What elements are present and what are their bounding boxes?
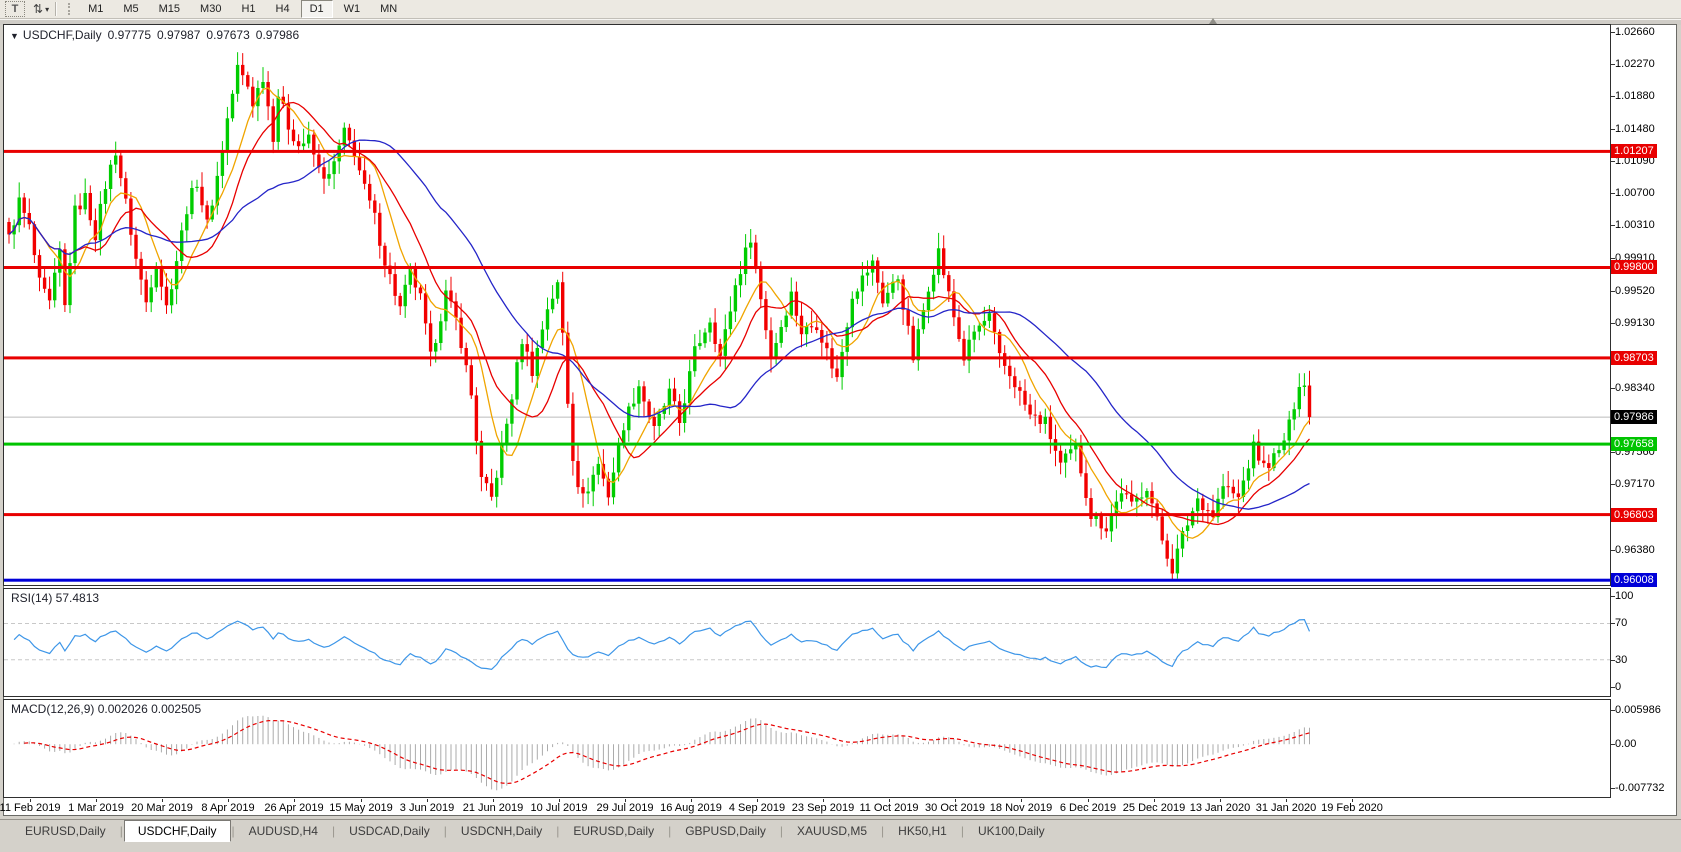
price-level-badge: 0.96008 [1611,573,1657,587]
price-axis-label: 0.98340 [1615,382,1655,394]
chart-tab-usdchf-daily[interactable]: USDCHF,Daily [123,820,231,842]
chart-tab-usdcnh-daily[interactable]: USDCNH,Daily [448,821,555,841]
date-axis-label: 6 Dec 2019 [1059,802,1117,814]
chart-tab-xauusd-m5[interactable]: XAUUSD,M5 [784,821,880,841]
price-level-badge: 0.99800 [1611,260,1657,274]
chart-tab-bar: EURUSD,Daily | USDCHF,Daily | AUDUSD,H4 | USDC… [0,819,1681,842]
price-axis-label: 1.02660 [1615,26,1655,38]
chart-title: ▼ USDCHF,Daily 0.97775 0.97987 0.97673 0.9798… [10,28,305,42]
price-axis-label: 1.00310 [1615,219,1655,231]
macd-pane[interactable] [3,699,1611,798]
rsi-indicator-label: RSI(14) 57.4813 [11,591,100,605]
macd-indicator-label: MACD(12,26,9) 0.002026 0.002505 [11,702,202,716]
timeframe-button-h4[interactable]: H4 [267,0,299,18]
chart-tab-eurusd-daily[interactable]: EURUSD,Daily [12,821,119,841]
text-tool-button[interactable]: T [5,1,25,17]
chart-tab-hk50-h1[interactable]: HK50,H1 [885,821,960,841]
date-axis-label: 23 Sep 2019 [791,802,855,814]
price-axis-label: 0.99520 [1615,285,1655,297]
rsi-axis-label: 0 [1615,681,1622,693]
chart-tab-eurusd-daily[interactable]: EURUSD,Daily [560,821,667,841]
date-axis-label: 15 May 2019 [329,802,393,814]
date-axis-label: 8 Apr 2019 [201,802,255,814]
macd-axis-label: -0.007732 [1615,782,1665,794]
toolbar-separator [55,2,58,16]
chart-symbol-label: USDCHF,Daily [22,28,102,42]
ohlc-close: 0.97986 [255,28,300,42]
rsi-axis-label: 70 [1615,617,1628,629]
date-axis-label: 1 Mar 2019 [68,802,124,814]
text-tool-icon: T [11,3,19,15]
date-axis-label: 3 Jun 2019 [399,802,455,814]
timeframe-button-m15[interactable]: M15 [150,0,189,18]
chart-tab-uk100-daily[interactable]: UK100,Daily [965,821,1058,841]
macd-plot[interactable] [4,700,1610,797]
date-axis-label: 18 Nov 2019 [989,802,1053,814]
price-level-badge: 0.98703 [1611,351,1657,365]
cursor-tools-button[interactable]: ⇅ ▾ [33,2,49,16]
price-level-badge: 0.96803 [1611,508,1657,522]
candlestick-plot[interactable] [4,25,1610,585]
date-axis-label: 10 Jul 2019 [530,802,588,814]
chart-tab-gbpusd-daily[interactable]: GBPUSD,Daily [672,821,779,841]
toolbar-drag-handle[interactable] [68,3,73,15]
date-axis-label: 30 Oct 2019 [925,802,985,814]
main-price-pane[interactable] [3,24,1611,586]
arrows-icon: ⇅ [33,2,44,16]
collapse-triangle-icon: ▼ [10,31,19,41]
chart-tab-usdcad-daily[interactable]: USDCAD,Daily [336,821,443,841]
date-axis-label: 29 Jul 2019 [596,802,654,814]
price-axis-label: 0.97170 [1615,478,1655,490]
timeframe-button-h1[interactable]: H1 [232,0,264,18]
date-axis-label: 16 Aug 2019 [660,802,722,814]
ohlc-low: 0.97673 [206,28,250,42]
price-axis-label: 1.02270 [1615,58,1655,70]
price-level-badge: 1.01207 [1611,144,1657,158]
date-axis-label: 19 Feb 2020 [1321,802,1383,814]
chart-tab-audusd-h4[interactable]: AUDUSD,H4 [236,821,331,841]
date-axis-label: 20 Mar 2019 [131,802,193,814]
macd-axis-label: 0.00 [1615,738,1637,750]
rsi-pane[interactable] [3,588,1611,697]
price-axis-label: 0.99130 [1615,317,1655,329]
date-axis-label: 13 Jan 2020 [1189,802,1251,814]
date-axis-label: 4 Sep 2019 [728,802,786,814]
price-level-badge: 0.97986 [1611,410,1657,424]
rsi-axis-label: 30 [1615,654,1628,666]
timeframe-button-m5[interactable]: M5 [114,0,147,18]
timeframe-button-d1[interactable]: D1 [300,0,333,18]
timeframe-button-m30[interactable]: M30 [191,0,230,18]
macd-axis-label: 0.005986 [1615,704,1661,716]
date-axis-label: 25 Dec 2019 [1122,802,1186,814]
rsi-plot[interactable] [4,589,1610,696]
dropdown-caret-icon: ▾ [45,4,50,14]
price-level-badge: 0.97658 [1611,437,1657,451]
ohlc-high: 0.97987 [157,28,201,42]
date-axis-label: 21 Jun 2019 [462,802,524,814]
price-axis-label: 1.01880 [1615,90,1655,102]
timeframe-button-mn[interactable]: MN [371,0,406,18]
price-axis-label: 1.00700 [1615,187,1655,199]
date-axis-label: 26 Apr 2019 [264,802,324,814]
date-axis-label: 31 Jan 2020 [1255,802,1317,814]
price-axis-label: 1.01480 [1615,123,1655,135]
ohlc-open: 0.97775 [107,28,151,42]
top-toolbar: T ⇅ ▾ M1 M5 M15 M30 H1 H4 D1 W1 MN [0,0,1681,19]
price-axis-label: 0.96380 [1615,544,1655,556]
timeframe-button-group: M1 M5 M15 M30 H1 H4 D1 W1 MN [78,0,407,18]
timeframe-button-m1[interactable]: M1 [79,0,112,18]
date-axis-label: 11 Feb 2019 [0,802,61,814]
timeframe-button-w1[interactable]: W1 [335,0,370,18]
rsi-axis-label: 100 [1615,590,1634,602]
date-axis-label: 11 Oct 2019 [859,802,919,814]
